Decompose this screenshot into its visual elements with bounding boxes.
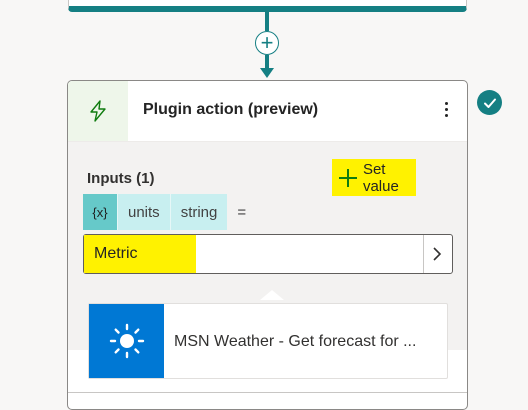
variable-name: units: [117, 194, 170, 230]
set-value-button[interactable]: Set value: [332, 159, 416, 196]
weather-sun-icon: [89, 304, 164, 378]
set-value-label: Set value: [362, 160, 399, 195]
flow-connector-top: [265, 12, 269, 31]
callout-notch: [260, 290, 284, 300]
value-input[interactable]: Metric: [83, 234, 453, 274]
plus-icon: [338, 168, 357, 188]
flow-connector-bottom: [265, 55, 269, 69]
previous-node[interactable]: [68, 0, 467, 12]
card-header: Plugin action (preview): [68, 81, 467, 142]
assign-symbol: =: [237, 203, 247, 221]
variable-icon: {x}: [83, 194, 117, 230]
flow-arrow-icon: [260, 68, 274, 78]
plugin-action-card[interactable]: Plugin action (preview) Inputs (1) Set v…: [67, 80, 468, 410]
card-footer-divider: [68, 392, 467, 393]
variable-chip[interactable]: {x} units string =: [83, 194, 246, 230]
variable-type: string: [169, 194, 228, 230]
chevron-right-icon[interactable]: [430, 247, 444, 261]
value-text: Metric: [94, 245, 138, 262]
add-step-button[interactable]: +: [255, 31, 279, 55]
plugin-bolt-icon: [68, 81, 128, 141]
more-vertical-icon[interactable]: [436, 99, 456, 123]
value-divider: [423, 235, 424, 273]
card-title: Plugin action (preview): [143, 101, 319, 118]
connector-label: MSN Weather - Get forecast for ...: [174, 333, 417, 350]
check-circle-icon: [477, 90, 502, 115]
connector-card[interactable]: MSN Weather - Get forecast for ...: [88, 303, 448, 379]
inputs-label: Inputs (1): [87, 170, 155, 187]
